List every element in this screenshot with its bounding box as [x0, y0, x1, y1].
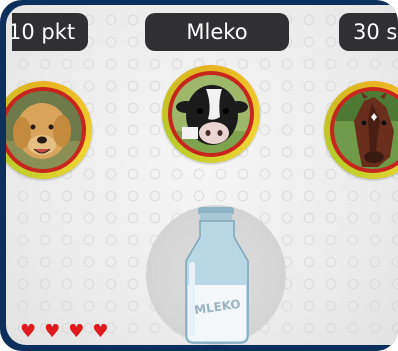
target-word: Mleko — [145, 13, 289, 51]
heart-icon: ♥ — [20, 321, 37, 342]
heart-icon: ♥ — [68, 321, 85, 342]
game-screen: 10 pkt Mleko 30 s MLEKO ♥ ♥ ♥ ♥ — [6, 5, 398, 345]
lives-display: ♥ ♥ ♥ ♥ — [20, 323, 109, 341]
cow-photo — [172, 75, 250, 153]
score-display: 10 pkt — [12, 13, 88, 51]
choice-cow[interactable] — [162, 65, 260, 163]
milk-bottle-icon[interactable]: MLEKO — [178, 203, 256, 345]
heart-icon: ♥ — [44, 321, 61, 342]
heart-icon: ♥ — [92, 321, 109, 342]
dog-photo — [6, 91, 82, 169]
timer-display: 30 s — [339, 13, 398, 51]
game-frame: 10 pkt Mleko 30 s MLEKO ♥ ♥ ♥ ♥ — [0, 0, 398, 351]
